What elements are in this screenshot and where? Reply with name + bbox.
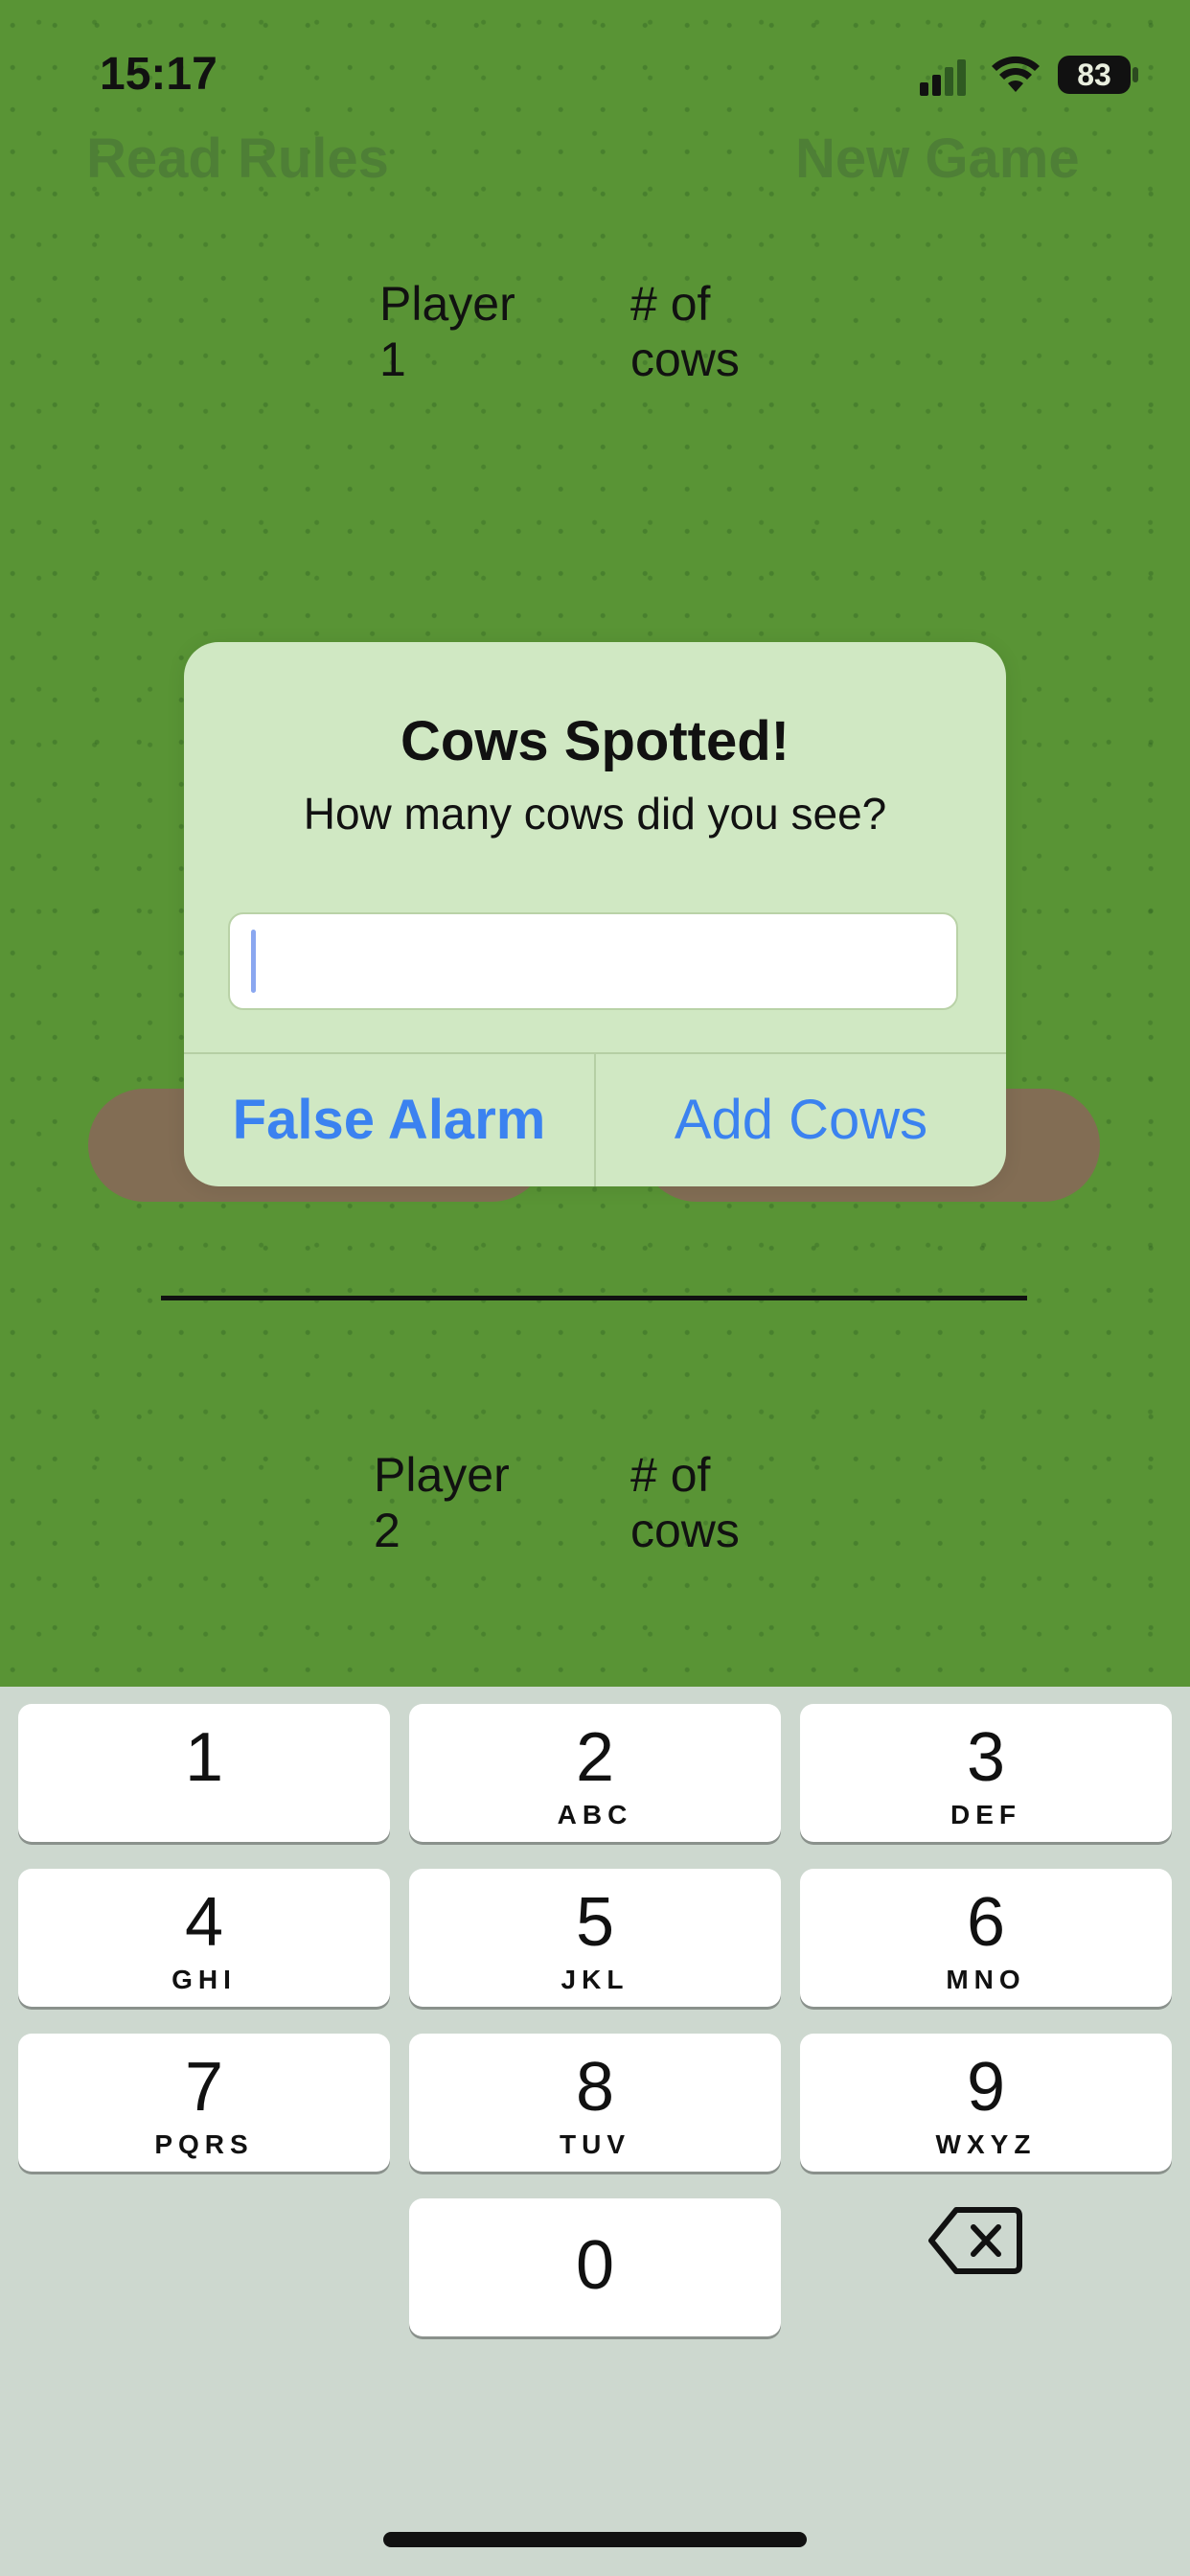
add-cows-button[interactable]: Add Cows <box>596 1054 1006 1186</box>
key-1[interactable]: 1 <box>18 1704 390 1842</box>
key-5[interactable]: 5 JKL <box>409 1869 781 2007</box>
key-4-digit: 4 <box>184 1884 224 1961</box>
key-2-letters: ABC <box>557 1800 633 1829</box>
cellular-signal-icon <box>920 59 966 96</box>
players-divider <box>161 1296 1027 1300</box>
key-7[interactable]: 7 PQRS <box>18 2034 390 2172</box>
key-0[interactable]: 0 <box>409 2198 781 2336</box>
key-7-digit: 7 <box>184 2049 224 2126</box>
player-1-name: Player 1 <box>379 277 515 386</box>
key-8[interactable]: 8 TUV <box>409 2034 781 2172</box>
key-2[interactable]: 2 ABC <box>409 1704 781 1842</box>
cows-spotted-alert: Cows Spotted! How many cows did you see?… <box>184 642 1006 1186</box>
key-4[interactable]: 4 GHI <box>18 1869 390 2007</box>
wifi-icon <box>992 56 1040 92</box>
player-2-cows: # of cows <box>630 1448 740 1557</box>
backspace-icon[interactable] <box>927 2202 1023 2279</box>
player-2-name: Player 2 <box>374 1448 510 1557</box>
key-3-letters: DEF <box>950 1800 1021 1829</box>
key-3[interactable]: 3 DEF <box>800 1704 1172 1842</box>
key-6[interactable]: 6 MNO <box>800 1869 1172 2007</box>
key-9-letters: WXYZ <box>935 2129 1037 2159</box>
key-7-letters: PQRS <box>154 2129 254 2159</box>
key-5-digit: 5 <box>575 1884 615 1961</box>
battery-icon: 83 <box>1058 56 1131 94</box>
key-1-digit: 1 <box>184 1719 224 1796</box>
key-6-letters: MNO <box>946 1965 1026 1994</box>
cow-count-input[interactable] <box>228 912 958 1010</box>
key-3-digit: 3 <box>966 1719 1006 1796</box>
alert-title: Cows Spotted! <box>400 710 790 772</box>
read-rules-button[interactable]: Read Rules <box>86 126 389 191</box>
key-2-digit: 2 <box>575 1719 615 1796</box>
status-time: 15:17 <box>100 49 217 100</box>
key-8-letters: TUV <box>560 2129 630 2159</box>
key-5-letters: JKL <box>561 1965 629 1994</box>
home-indicator[interactable] <box>383 2532 807 2547</box>
status-bar: 15:17 83 <box>0 0 1190 144</box>
new-game-button[interactable]: New Game <box>795 126 1080 191</box>
player-1-cows: # of cows <box>630 277 740 386</box>
key-0-digit: 0 <box>575 2227 615 2304</box>
key-6-digit: 6 <box>966 1884 1006 1961</box>
alert-message: How many cows did you see? <box>303 789 887 839</box>
key-8-digit: 8 <box>575 2049 615 2126</box>
key-9-digit: 9 <box>966 2049 1006 2126</box>
key-4-letters: GHI <box>172 1965 237 1994</box>
key-9[interactable]: 9 WXYZ <box>800 2034 1172 2172</box>
false-alarm-button[interactable]: False Alarm <box>184 1054 594 1186</box>
text-cursor <box>251 930 256 993</box>
number-keypad: 1 2 ABC 3 DEF 4 GHI 5 JKL 6 MNO 7 PQRS 8… <box>0 1687 1190 2576</box>
battery-cap <box>1133 67 1138 82</box>
